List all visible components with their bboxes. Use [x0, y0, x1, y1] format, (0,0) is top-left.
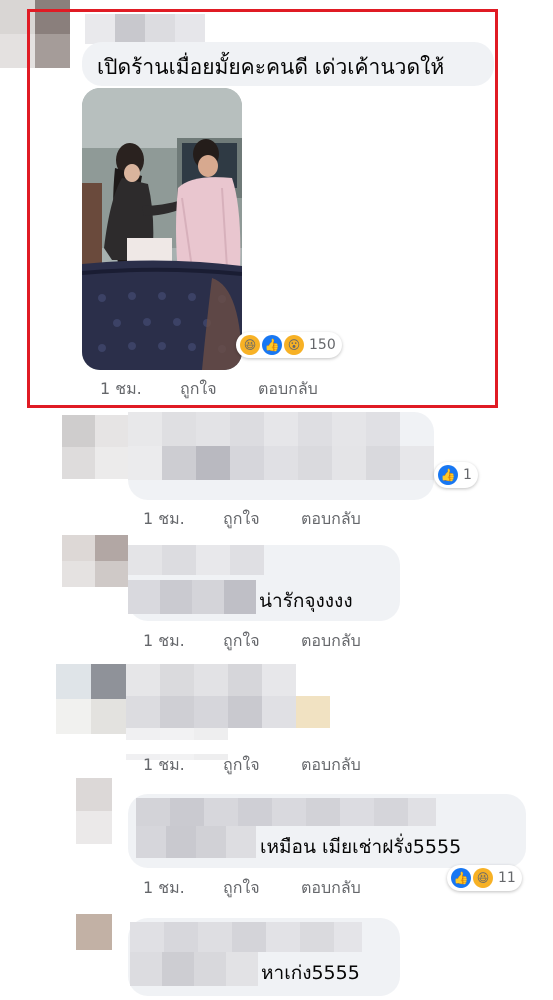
- reply-link[interactable]: ตอบกลับ: [301, 876, 361, 901]
- blurred-avatar: [76, 778, 112, 844]
- like-link[interactable]: ถูกใจ: [223, 753, 260, 778]
- comment-text: น่ารักจุงงงง: [259, 590, 353, 612]
- comment-actions: 1 ชม. ถูกใจ ตอบกลับ: [143, 876, 403, 898]
- like-link[interactable]: ถูกใจ: [223, 629, 260, 654]
- blurred-text: [130, 952, 258, 986]
- comment-time[interactable]: 1 ชม.: [143, 507, 185, 532]
- blurred-overlay: [126, 740, 398, 754]
- like-icon: 👍: [438, 465, 458, 485]
- reaction-summary[interactable]: 👍 1: [434, 462, 478, 488]
- blurred-name: [136, 798, 436, 826]
- reply-link[interactable]: ตอบกลับ: [301, 629, 361, 654]
- comment-time[interactable]: 1 ชม.: [143, 876, 185, 901]
- like-link[interactable]: ถูกใจ: [223, 876, 260, 901]
- comment-time[interactable]: 1 ชม.: [143, 753, 185, 778]
- blurred-avatar: [62, 535, 128, 587]
- like-icon: 👍: [451, 868, 471, 888]
- like-link[interactable]: ถูกใจ: [223, 507, 260, 532]
- highlight-box: [27, 9, 498, 408]
- comment-actions: 1 ชม. ถูกใจ ตอบกลับ: [143, 507, 403, 529]
- blurred-avatar: [56, 664, 126, 734]
- haha-icon: 😆: [473, 868, 493, 888]
- comment-actions: 1 ชม. ถูกใจ ตอบกลับ: [143, 629, 403, 651]
- blurred-avatar: [76, 914, 112, 950]
- reaction-summary[interactable]: 👍 😆 11: [447, 865, 522, 891]
- blurred-text: [136, 826, 256, 858]
- reply-link[interactable]: ตอบกลับ: [301, 507, 361, 532]
- reaction-count: 11: [498, 870, 516, 886]
- comment-actions: 1 ชม. ถูกใจ ตอบกลับ: [143, 753, 403, 775]
- blurred-name: [130, 922, 362, 952]
- reaction-count: 1: [463, 467, 472, 483]
- blurred-text: [128, 412, 434, 496]
- comment-text: เหมือน เมียเช่าฝรั่ง5555: [260, 836, 462, 858]
- blurred-text: [128, 580, 256, 614]
- comment-text: หาเก่ง5555: [261, 962, 360, 984]
- comment-time[interactable]: 1 ชม.: [143, 629, 185, 654]
- reply-link[interactable]: ตอบกลับ: [301, 753, 361, 778]
- blurred-name: [128, 545, 278, 575]
- blurred-avatar: [62, 415, 128, 479]
